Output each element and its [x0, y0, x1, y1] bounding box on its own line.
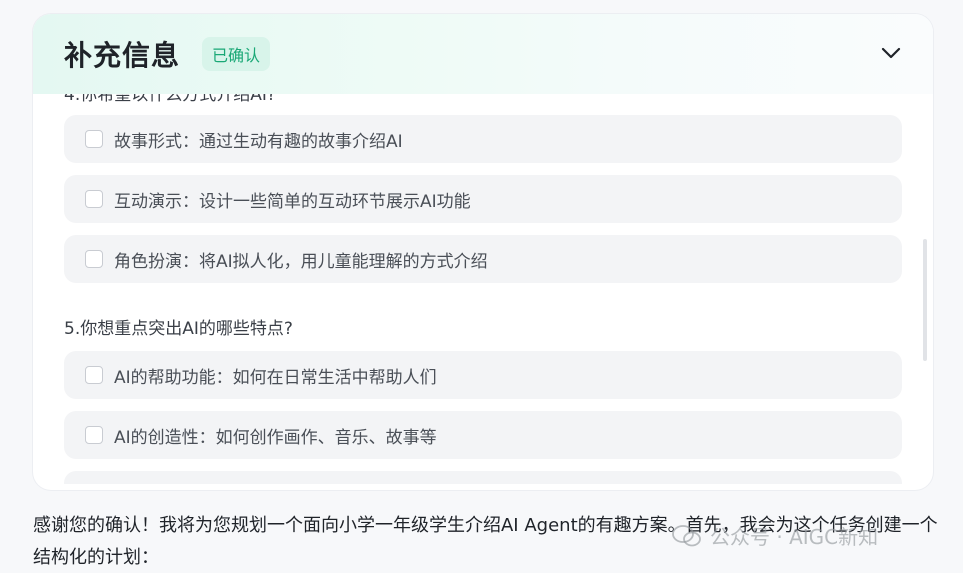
watermark: 公众号 · AIGC新知 [672, 521, 878, 550]
wechat-icon [672, 524, 701, 546]
option-creativity[interactable]: AI的创造性：如何创作画作、音乐、故事等 [64, 411, 902, 459]
question-list[interactable]: 4.你希望以什么方式介绍AI? 故事形式：通过生动有趣的故事介绍AI 互动演示：… [64, 94, 902, 484]
question-5-label: 5.你想重点突出AI的哪些特点? [64, 319, 293, 339]
option-interactive-demo[interactable]: 互动演示：设计一些简单的互动环节展示AI功能 [64, 175, 902, 223]
option-role-play[interactable]: 角色扮演：将AI拟人化，用儿童能理解的方式介绍 [64, 235, 902, 283]
supplementary-info-card: 补充信息 已确认 4.你希望以什么方式介绍AI? 故事形式：通过生动有趣的故事介… [33, 14, 933, 490]
option-label: 故事形式：通过生动有趣的故事介绍AI [114, 131, 403, 152]
checkbox[interactable] [85, 366, 103, 384]
option-story[interactable]: 故事形式：通过生动有趣的故事介绍AI [64, 115, 902, 163]
option-help-function[interactable]: AI的帮助功能：如何在日常生活中帮助人们 [64, 351, 902, 399]
checkbox[interactable] [85, 190, 103, 208]
option-partial[interactable] [64, 471, 902, 484]
scrollbar[interactable] [923, 239, 927, 361]
card-header[interactable]: 补充信息 已确认 [33, 14, 933, 94]
watermark-text: 公众号 · AIGC新知 [710, 525, 879, 549]
checkbox[interactable] [85, 130, 103, 148]
option-label: AI的创造性：如何创作画作、音乐、故事等 [114, 427, 437, 448]
checkbox[interactable] [85, 250, 103, 268]
checkbox[interactable] [85, 426, 103, 444]
card-title: 补充信息 [64, 39, 181, 72]
question-4-label: 4.你希望以什么方式介绍AI? [64, 94, 276, 105]
confirmed-badge: 已确认 [202, 37, 271, 71]
option-label: AI的帮助功能：如何在日常生活中帮助人们 [114, 367, 437, 388]
option-label: 互动演示：设计一些简单的互动环节展示AI功能 [114, 191, 471, 212]
chevron-down-icon[interactable] [881, 46, 901, 60]
option-label: 角色扮演：将AI拟人化，用儿童能理解的方式介绍 [114, 251, 488, 272]
